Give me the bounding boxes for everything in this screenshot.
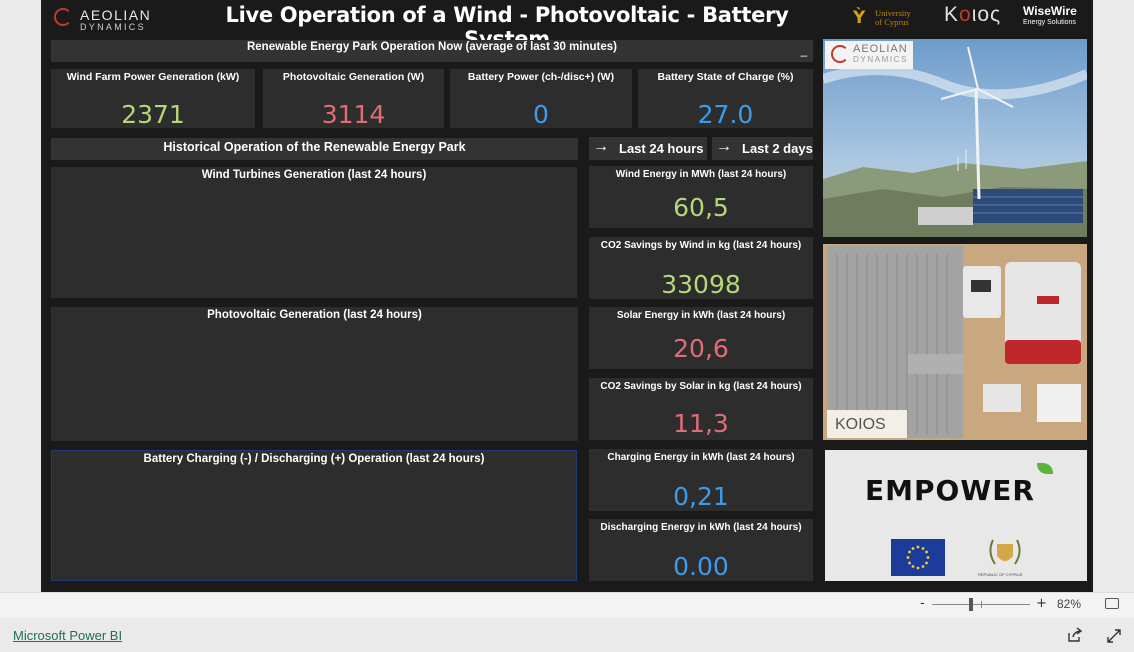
- kpi-value: 0.00: [673, 552, 729, 581]
- historical-operation-header: Historical Operation of the Renewable En…: [51, 138, 578, 160]
- koios-logo: Koιος: [944, 3, 1002, 26]
- co2-solar-kpi: CO2 Savings by Solar in kg (last 24 hour…: [589, 378, 813, 440]
- eu-flag-icon: [891, 539, 945, 576]
- republic-of-cyprus-caption: REPUBLIC OF CYPRUS: [978, 572, 1023, 577]
- battery-illustration: [823, 244, 1087, 440]
- card-label: Battery Power (ch-/disc+) (W): [467, 71, 615, 83]
- wind-generation-chart[interactable]: Wind Turbines Generation (last 24 hours): [51, 167, 577, 298]
- coat-of-arms-shape-icon: [989, 539, 1021, 565]
- co2-wind-kpi: CO2 Savings by Wind in kg (last 24 hours…: [589, 237, 813, 299]
- aeolian-dynamics-logo: AEOLIAN DYNAMICS: [54, 6, 164, 32]
- report-status-bar: [0, 592, 1134, 619]
- solar-energy-kpi: Solar Energy in kWh (last 24 hours) 20,6: [589, 307, 813, 369]
- more-options-icon[interactable]: _: [801, 44, 807, 58]
- card-value: 0: [533, 100, 549, 129]
- kpi-label: Solar Energy in kWh (last 24 hours): [616, 310, 786, 321]
- share-icon[interactable]: [1067, 627, 1083, 643]
- wind-park-photo: AEOLIAN DYNAMICS: [823, 39, 1087, 237]
- kpi-value: 11,3: [673, 409, 729, 438]
- leaf-icon: [1037, 463, 1053, 474]
- zoom-in-button[interactable]: +: [1036, 596, 1047, 611]
- card-label: Wind Farm Power Generation (kW): [66, 71, 240, 83]
- zoom-percent: 82%: [1057, 597, 1082, 611]
- zoom-out-button[interactable]: -: [920, 596, 925, 611]
- kpi-label: Discharging Energy in kWh (last 24 hours…: [600, 522, 802, 533]
- aeolian-ring-icon: [831, 45, 849, 63]
- chart-title: Wind Turbines Generation (last 24 hours): [201, 169, 427, 181]
- kpi-label: CO2 Savings by Wind in kg (last 24 hours…: [600, 240, 802, 251]
- expand-arrows-icon: [1107, 629, 1121, 643]
- share-glyph-icon: [1068, 627, 1083, 642]
- kpi-label: Charging Energy in kWh (last 24 hours): [607, 452, 795, 463]
- button-label: Last 2 days: [742, 141, 813, 156]
- chart-title: Photovoltaic Generation (last 24 hours): [207, 309, 422, 321]
- wind-energy-kpi: Wind Energy in MWh (last 24 hours) 60,5: [589, 166, 813, 228]
- operation-now-header: Renewable Energy Park Operation Now (ave…: [51, 40, 813, 62]
- card-value: 3114: [321, 100, 386, 129]
- kpi-label: CO2 Savings by Solar in kg (last 24 hour…: [600, 381, 802, 392]
- card-value: 2371: [121, 100, 185, 129]
- last-2-days-button[interactable]: → Last 2 days: [712, 137, 813, 160]
- aeolian-logo-text: AEOLIAN: [80, 7, 152, 23]
- arrow-right-icon: →: [593, 138, 609, 155]
- discharging-energy-kpi: Discharging Energy in kWh (last 24 hours…: [589, 519, 813, 581]
- card-label: Battery State of Charge (%): [657, 71, 794, 83]
- last-24-hours-button[interactable]: → Last 24 hours: [589, 137, 707, 160]
- zoom-slider-thumb[interactable]: [969, 598, 974, 611]
- eu-stars-icon: [906, 545, 930, 570]
- pv-generation-chart[interactable]: Photovoltaic Generation (last 24 hours): [51, 307, 578, 441]
- kpi-value: 33098: [661, 270, 741, 299]
- empower-logo-text: EMPOWER: [865, 474, 1035, 507]
- wisewire-logo-text: WiseWire: [1023, 4, 1077, 18]
- battery-soc-card: Battery State of Charge (%) 27.0: [638, 69, 813, 129]
- battery-power-card: Battery Power (ch-/disc+) (W) 0: [450, 69, 632, 129]
- photo-koios-logo: KOIOS: [835, 416, 886, 433]
- chart-title: Battery Charging (-) / Discharging (+) O…: [143, 453, 485, 465]
- kpi-label: Wind Energy in MWh (last 24 hours): [615, 169, 787, 180]
- zoom-slider-midmark: [981, 601, 982, 608]
- card-label: Photovoltaic Generation (W): [282, 71, 425, 83]
- charging-energy-kpi: Charging Energy in kWh (last 24 hours) 0…: [589, 449, 813, 511]
- wind-park-illustration: [823, 39, 1087, 237]
- battery-system-photo: KOIOS: [823, 244, 1087, 440]
- kpi-value: 20,6: [673, 334, 729, 363]
- ucy-emblem-icon: Ỳ: [853, 8, 866, 28]
- wisewire-logo-subtext: Energy Solutions: [1023, 19, 1076, 26]
- wisewire-logo: WiseWire Energy Solutions: [1023, 5, 1077, 29]
- battery-operation-chart[interactable]: Battery Charging (-) / Discharging (+) O…: [51, 450, 577, 581]
- button-label: Last 24 hours: [619, 141, 704, 156]
- kpi-value: 60,5: [673, 193, 729, 222]
- pv-generation-card: Photovoltaic Generation (W) 3114: [263, 69, 444, 129]
- fullscreen-icon[interactable]: [1106, 628, 1122, 644]
- wind-power-card: Wind Farm Power Generation (kW) 2371: [51, 69, 255, 129]
- card-value: 27.0: [697, 100, 754, 129]
- embed-footer: [0, 618, 1134, 652]
- operation-now-title: Renewable Energy Park Operation Now (ave…: [246, 41, 618, 53]
- fit-to-page-icon[interactable]: [1105, 598, 1119, 609]
- ucy-logo-line2: of Cyprus: [875, 17, 909, 27]
- kpi-value: 0,21: [673, 482, 729, 511]
- arrow-right-icon: →: [716, 138, 732, 155]
- power-bi-link[interactable]: Microsoft Power BI: [13, 628, 122, 643]
- aeolian-logo-subtext: DYNAMICS: [80, 22, 146, 32]
- photo-logo-subtext: DYNAMICS: [853, 55, 909, 64]
- empower-project-logo: EMPOWER REPUBLIC OF CYPRUS: [825, 450, 1087, 581]
- university-of-cyprus-logo: Ỳ University of Cyprus: [853, 8, 923, 30]
- photo-logo-text: AEOLIAN: [853, 43, 908, 55]
- aeolian-ring-icon: [54, 8, 72, 26]
- cyprus-coat-of-arms-icon: [985, 536, 1025, 570]
